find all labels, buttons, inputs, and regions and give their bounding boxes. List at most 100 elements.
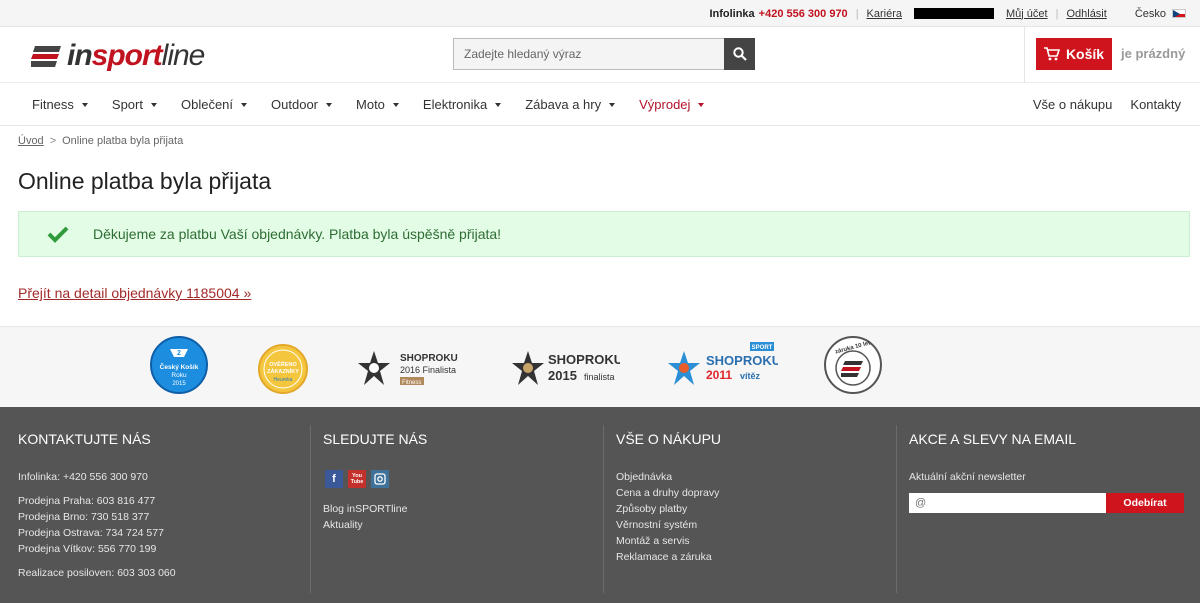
site-header: insportline Košík je prázdný — [0, 27, 1200, 83]
search-button[interactable] — [724, 38, 755, 70]
footer-newsletter-title: AKCE A SLEVY NA EMAIL — [909, 431, 1077, 447]
footer-follow-links: Blog inSPORTline Aktuality — [323, 501, 407, 533]
main-navigation: Fitness Sport Oblečení Outdoor Moto Elek… — [0, 83, 1200, 126]
nav-item-label: Moto — [356, 97, 385, 112]
logout-link[interactable]: Odhlásit — [1066, 8, 1106, 20]
career-link[interactable]: Kariéra — [867, 8, 902, 20]
cart-button[interactable]: Košík — [1036, 38, 1112, 70]
footer-link-blog[interactable]: Blog inSPORTline — [323, 501, 407, 517]
chevron-down-icon — [81, 103, 88, 107]
badge-zaruka-10-let[interactable]: záruka 10 let — [823, 335, 883, 400]
badge-text: Fitness — [402, 380, 421, 386]
warranty-seal-icon: záruka 10 let — [824, 336, 882, 394]
search-icon — [732, 47, 747, 61]
success-message: Děkujeme za platbu Vaší objednávky. Plat… — [93, 226, 502, 242]
footer-link-loyalty[interactable]: Věrnostní systém — [616, 517, 719, 533]
badge-shoproku-2016[interactable]: SHOPROKU 2016 Finalista Fitness — [356, 349, 466, 396]
nav-item-electronics[interactable]: Elektronika — [422, 97, 502, 112]
nav-item-fitness[interactable]: Fitness — [32, 97, 88, 112]
badge-shoproku-2015[interactable]: SHOPROKU 2015 finalista — [508, 349, 623, 396]
newsletter-subtitle-text: Aktuální akční newsletter — [909, 471, 1026, 483]
order-detail-link[interactable]: Přejít na detail objednávky 1185004 » — [18, 285, 251, 301]
instagram-icon[interactable] — [371, 470, 389, 488]
nav-link-about-shopping[interactable]: Vše o nákupu — [1033, 97, 1113, 112]
newsletter-subscribe-button[interactable]: Odebírat — [1106, 493, 1184, 513]
badge-text: 2016 Finalista — [400, 365, 456, 375]
breadcrumb-current: Online platba byla přijata — [62, 135, 184, 147]
footer-newsletter-subtitle: Aktuální akční newsletter — [909, 469, 1026, 485]
badge-text: Český Košík — [160, 362, 199, 371]
cesky-kosik-badge-icon: 2 Český Košík Roku 2015 — [150, 336, 208, 394]
badge-text: SHOPROKU — [400, 353, 458, 364]
logo-line: line — [161, 39, 206, 72]
nav-item-clothing[interactable]: Oblečení — [181, 97, 248, 112]
chevron-down-icon — [609, 103, 616, 107]
shoproku-2015-badge-icon: SHOPROKU 2015 finalista — [512, 351, 623, 385]
insportline-logo[interactable]: insportline — [31, 39, 206, 73]
czech-flag-icon[interactable] — [1172, 9, 1186, 18]
badge-text: SPORT — [752, 345, 773, 351]
footer-divider — [896, 425, 897, 593]
social-icons: f You Tube — [325, 470, 394, 488]
footer-store-line: Prodejna Vítkov: 556 770 199 — [18, 543, 157, 555]
footer-link-payment[interactable]: Způsoby platby — [616, 501, 719, 517]
footer-gyms-text: Realizace posiloven: 603 303 060 — [18, 567, 176, 579]
insportline-logo-icon — [31, 46, 61, 67]
footer-contact-column: KONTAKTUJTE NÁS Infolinka: +420 556 300 … — [18, 407, 298, 603]
badge-text: ZÁKAZNÍKY — [267, 367, 299, 375]
nav-item-outdoor[interactable]: Outdoor — [271, 97, 333, 112]
chevron-down-icon — [392, 103, 399, 107]
youtube-icon-text: Tube — [350, 479, 364, 485]
footer-link-assembly[interactable]: Montáž a servis — [616, 533, 719, 549]
footer-link-news[interactable]: Aktuality — [323, 517, 407, 533]
nav-item-sale[interactable]: Výprodej — [639, 97, 705, 112]
infoline-phone[interactable]: +420 556 300 970 — [759, 8, 848, 20]
cart-icon — [1043, 47, 1060, 61]
footer-infoline: Infolinka: +420 556 300 970 — [18, 469, 148, 485]
redacted-user-name — [914, 8, 995, 19]
nav-item-label: Outdoor — [271, 97, 319, 112]
breadcrumb-home[interactable]: Úvod — [18, 135, 44, 147]
badge-text: 2011 — [706, 368, 732, 382]
badge-text: 2015 — [548, 368, 577, 383]
footer-link-order[interactable]: Objednávka — [616, 469, 719, 485]
badge-text: Heureka — [274, 377, 293, 383]
newsletter-email-input[interactable] — [909, 493, 1106, 513]
badge-text: finalista — [584, 372, 615, 382]
nav-item-sport[interactable]: Sport — [112, 97, 157, 112]
footer-shopping-column: VŠE O NÁKUPU Objednávka Cena a druhy dop… — [616, 407, 886, 603]
chevron-down-icon — [326, 103, 333, 107]
instagram-glyph-icon — [374, 473, 386, 485]
footer-shopping-title: VŠE O NÁKUPU — [616, 431, 722, 447]
top-utility-links: Infolinka +420 556 300 970 | Kariéra Můj… — [709, 0, 1186, 27]
divider: | — [855, 7, 859, 20]
footer-link-shipping[interactable]: Cena a druhy dopravy — [616, 485, 719, 501]
nav-link-contacts[interactable]: Kontakty — [1130, 97, 1181, 112]
top-utility-bar: Infolinka +420 556 300 970 | Kariéra Můj… — [0, 0, 1200, 27]
nav-item-moto[interactable]: Moto — [356, 97, 399, 112]
badge-overeno-zakazniky[interactable]: OVĚŘENO ZÁKAZNÍKY Heureka — [257, 343, 309, 400]
badge-shoproku-2011[interactable]: SPORT SHOPROKU 2011 vítěz — [666, 341, 781, 398]
chevron-down-icon — [150, 103, 157, 107]
chevron-down-icon — [241, 103, 248, 107]
facebook-icon[interactable]: f — [325, 470, 343, 488]
footer-store-line: Prodejna Ostrava: 734 724 577 — [18, 527, 164, 539]
youtube-icon[interactable]: You Tube — [348, 470, 366, 488]
newsletter-form: Odebírat — [909, 493, 1184, 513]
footer-link-complaints[interactable]: Reklamace a záruka — [616, 549, 719, 565]
nav-item-fun-games[interactable]: Zábava a hry — [525, 97, 616, 112]
badge-text: vítěz — [740, 371, 761, 381]
category-menu: Fitness Sport Oblečení Outdoor Moto Elek… — [32, 83, 728, 126]
footer-infoline-text: Infolinka: +420 556 300 970 — [18, 471, 148, 483]
site-footer: KONTAKTUJTE NÁS Infolinka: +420 556 300 … — [0, 407, 1200, 603]
cart-label: Košík — [1065, 46, 1105, 62]
language-selector[interactable]: Česko — [1135, 8, 1166, 20]
badge-text: OVĚŘENO — [269, 360, 297, 368]
nav-secondary-links: Vše o nákupu Kontakty — [1015, 83, 1181, 126]
breadcrumb: Úvod > Online platba byla přijata — [18, 135, 183, 147]
my-account-link[interactable]: Můj účet — [1006, 8, 1048, 20]
breadcrumb-separator: > — [49, 135, 57, 147]
badge-cesky-kosik[interactable]: 2 Český Košík Roku 2015 — [150, 335, 208, 400]
nav-item-label: Elektronika — [422, 97, 488, 112]
search-input[interactable] — [453, 38, 724, 70]
